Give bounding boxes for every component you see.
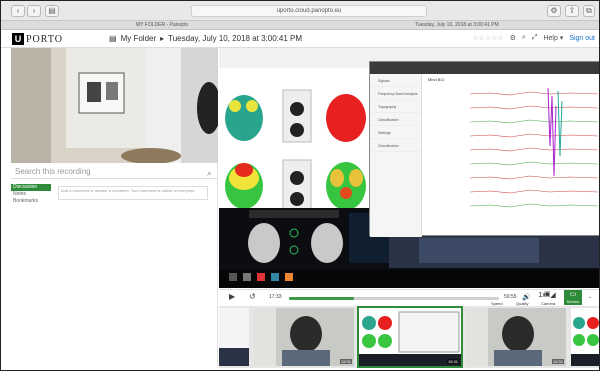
camera-scene [11,48,218,163]
address-bar[interactable]: uporto.cloud.panopto.eu [191,5,427,17]
rating-stars-icon[interactable]: ☆☆☆☆☆ [472,34,503,42]
expand-icon[interactable]: ⤢ [532,34,538,42]
app-nav-item[interactable]: Topography [370,100,421,113]
screen-thumbnail-image [219,308,249,366]
screen-thumbnail-image [359,308,461,366]
app-nav-item[interactable]: Signals [370,74,421,87]
page-title: Tuesday, July 10, 2018 at 3:00:41 PM [168,34,302,43]
eeg-traces [470,86,598,226]
screen-label: Screen [566,299,580,304]
settings-icon[interactable]: ⚙ [547,5,561,17]
help-link[interactable]: Help ▾ [543,34,563,42]
camera-thumbnail-image [466,308,566,366]
logo-mark: U [12,33,24,45]
left-tabs: Discussion Notes Bookmarks [11,184,55,205]
progress-bar[interactable] [289,297,499,300]
thumbnail[interactable]: 15:31 [254,308,354,366]
app-nav-item[interactable]: Frequency Band Analysis [370,87,421,100]
search-icon[interactable]: ⌕ [522,34,526,42]
tab-notes[interactable]: Notes [11,191,55,198]
sidebar-toggle-icon[interactable]: ▤ [45,5,59,17]
thumbnail-duration: 15:31 [551,359,564,364]
thumbnail-duration: 15:31 [339,359,352,364]
browser-date-stamp: Tuesday, July 10, 2018 at 3:00:41 PM [415,22,499,28]
thumbnail[interactable]: 15:31 [466,308,566,366]
search-icon[interactable]: ⌕ [207,166,212,180]
volume-icon[interactable]: 🔊 [522,293,531,301]
thumbnail-selected[interactable]: 15:31 [357,306,463,368]
logo-text: PORTO [26,33,64,45]
time-current: 17:33 [269,294,282,300]
secondary-camera-video[interactable] [11,48,218,163]
app-title: Mind BCI [428,77,445,82]
tabs-icon[interactable]: ⧉ [583,5,595,17]
thumbnail[interactable] [571,308,599,366]
tab-discussion[interactable]: Discussion [11,184,51,191]
back-button[interactable]: ‹ [11,5,25,17]
breadcrumb: ▤ My Folder ▸ Tuesday, July 10, 2018 at … [109,34,302,43]
browser-tab-bar: MY FOLDER - Panopto Tuesday, July 10, 20… [1,21,599,30]
thumbnail-duration: 15:31 [446,359,459,364]
header-actions: ☆☆☆☆☆ ⚙ ⌕ ⤢ Help ▾ Sign out [472,34,595,42]
play-icon[interactable]: ▶ [229,292,235,301]
thumbnail[interactable] [219,308,249,366]
eeg-application-window: Signals Frequency Band Analysis Topograp… [369,61,599,237]
main-screen-video[interactable]: Signals Frequency Band Analysis Topograp… [219,48,599,288]
app-titlebar [370,62,599,74]
folder-link[interactable]: My Folder [121,34,157,43]
screen-button[interactable]: ▭ Screen [564,290,582,305]
discussion-input[interactable]: Add a comment or answer a comment. Your … [58,186,208,200]
search-recording-input[interactable]: Search this recording ⌕ [11,165,218,179]
camera-thumbnail-image [254,308,354,366]
screen-thumbnail-image [571,308,599,366]
app-nav-item[interactable]: Settings [370,126,421,139]
app-sidebar: Signals Frequency Band Analysis Topograp… [370,74,422,237]
progress-fill [289,297,355,300]
app-nav-item[interactable]: Classification [370,139,421,152]
time-total: 59:55 [504,294,517,300]
rewind-icon[interactable]: ↺ [249,292,256,301]
settings-gear-icon[interactable]: ⚙ [510,34,516,42]
help-label: Help [543,35,558,42]
university-logo[interactable]: U PORTO [12,33,63,45]
camera-icon[interactable]: ▣ [544,290,551,298]
more-options-icon[interactable]: ⌄ [588,294,592,300]
tab-bookmarks[interactable]: Bookmarks [11,198,55,205]
share-icon[interactable]: ⇪ [565,5,579,17]
browser-toolbar: ‹ › ▤ uporto.cloud.panopto.eu ⚙ ⇪ ⧉ [1,1,599,21]
left-panel: Search this recording ⌕ Discussion Notes… [11,48,218,368]
forward-button[interactable]: › [27,5,41,17]
folder-icon: ▤ [109,34,117,43]
breadcrumb-separator-icon: ▸ [160,34,165,43]
app-header: U PORTO ▤ My Folder ▸ Tuesday, July 10, … [1,30,599,48]
screenshot-frame: ‹ › ▤ uporto.cloud.panopto.eu ⚙ ⇪ ⧉ MY F… [0,0,600,371]
search-placeholder: Search this recording [15,167,91,176]
screen-icon: ▭ [569,291,577,298]
app-nav-item[interactable]: Classification [370,113,421,126]
sign-out-link[interactable]: Sign out [569,35,595,42]
browser-tab[interactable]: MY FOLDER - Panopto [136,21,188,30]
thumbnail-strip: 15:31 15:31 15:31 [219,306,599,368]
